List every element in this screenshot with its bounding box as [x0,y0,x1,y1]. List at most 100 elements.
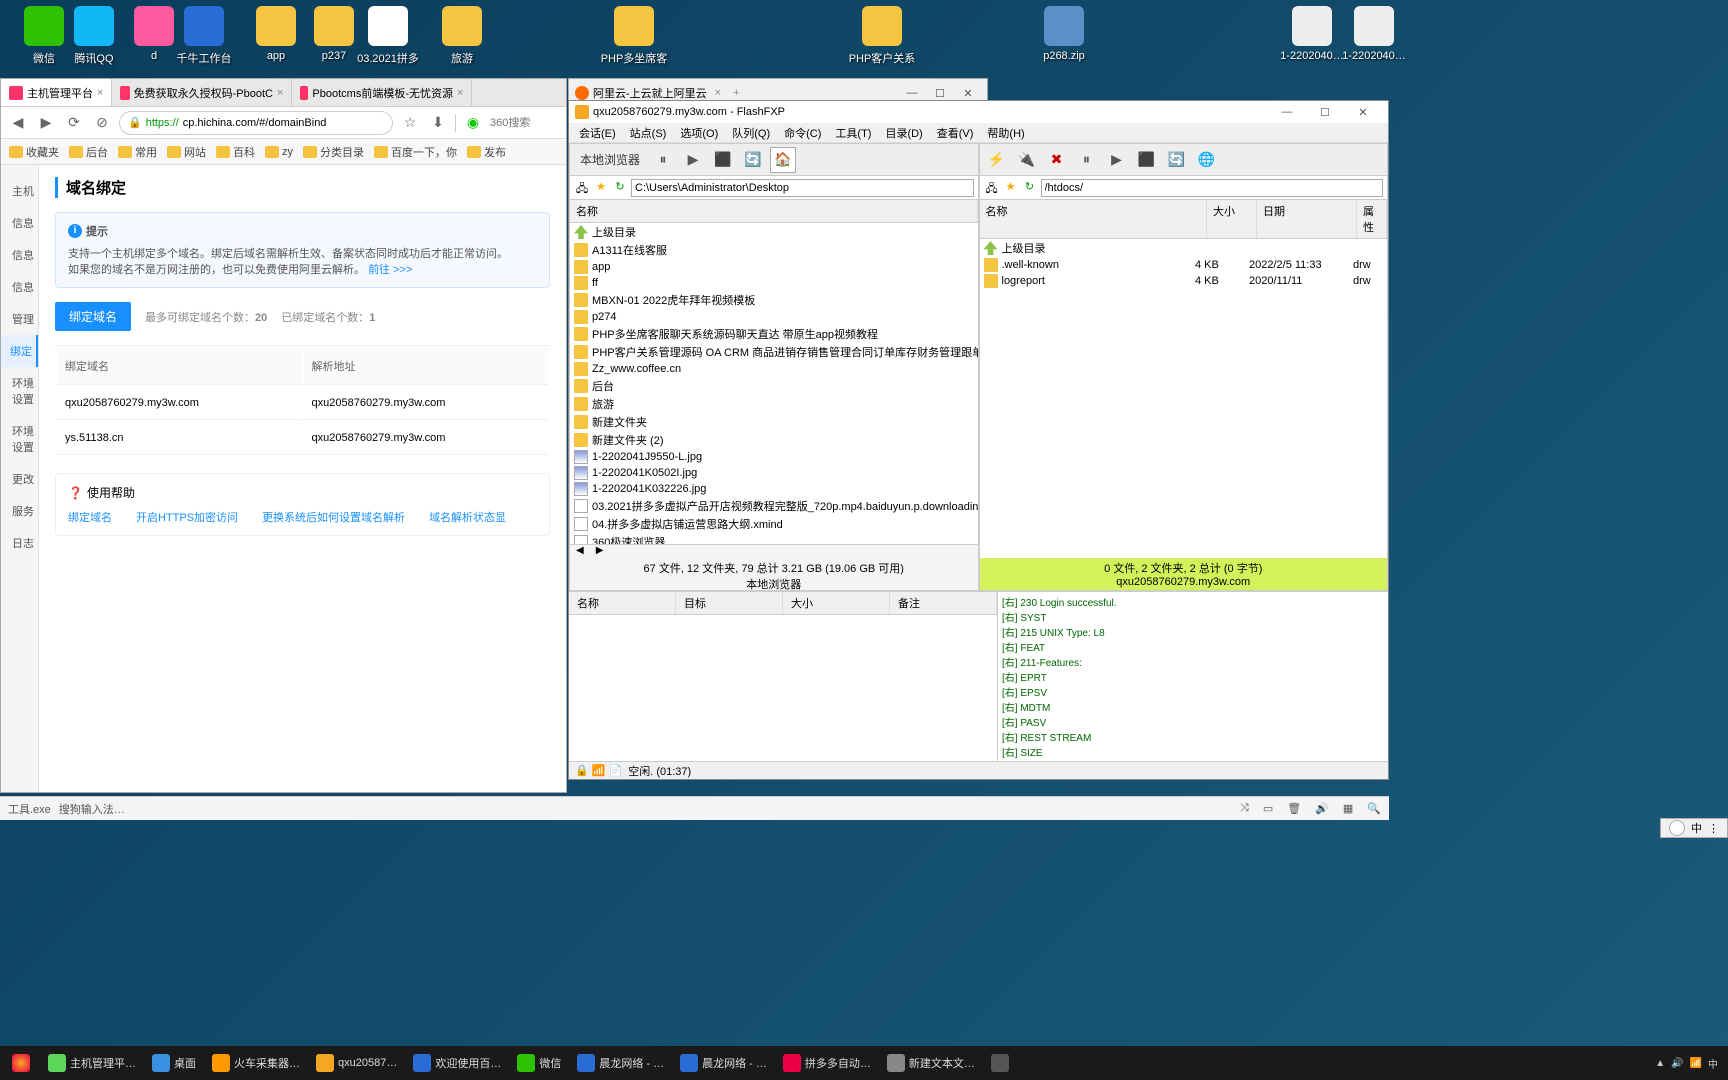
scroll-right-icon[interactable]: ▶ [590,545,610,558]
start-button[interactable] [4,1049,38,1077]
local-path-input[interactable] [631,179,974,197]
queue-header[interactable]: 大小 [783,592,890,614]
file-row[interactable]: PHP多坐席客服聊天系统源码聊天直达 带原生app视频教程 [570,325,978,343]
stop-icon[interactable]: ⬛ [710,147,736,173]
home-icon[interactable]: 🏠 [770,147,796,173]
close-button[interactable]: ✕ [1344,106,1382,119]
bookmark-item[interactable]: 百度一下，你 [374,144,457,160]
tab-close-icon[interactable]: × [457,87,463,99]
menu-item[interactable]: 会话(E) [573,123,622,142]
desktop-icon[interactable]: 1-2202040… [1278,6,1346,62]
globe-icon[interactable]: 🌐 [1194,147,1220,173]
shuffle-icon[interactable]: ⤨ [1240,802,1249,815]
file-row[interactable]: Zz_www.coffee.cn [570,361,978,377]
disconnect-icon[interactable]: 🔌 [1014,147,1040,173]
sidenav-item[interactable]: 信息 [1,271,38,303]
desktop-icon[interactable]: 千牛工作台 [170,6,238,66]
taskbar-item[interactable]: 主机管理平… [40,1049,144,1077]
shell-item-1[interactable]: 工具.exe [8,801,51,817]
hdr-name[interactable]: 名称 [980,200,1208,238]
file-row[interactable]: app [570,259,978,275]
menu-item[interactable]: 目录(D) [879,123,928,142]
bookmark-item[interactable]: 常用 [118,144,157,160]
minimize-button[interactable]: — [1268,106,1306,119]
sidenav-item[interactable]: 信息 [1,207,38,239]
desktop-icon[interactable]: 旅游 [428,6,496,66]
abort-icon[interactable]: ✖ [1044,147,1070,173]
bookmark-item[interactable]: 发布 [467,144,506,160]
forward-button[interactable]: ▶ [35,112,57,134]
browser-tab[interactable]: Pbootcms前端模板-无忧资源× [292,79,472,106]
stop-icon[interactable]: ⬛ [1134,147,1160,173]
taskbar-item[interactable]: 拼多多自动… [775,1049,879,1077]
play-icon[interactable]: ▶ [680,147,706,173]
hdr-attr[interactable]: 属性 [1357,200,1387,238]
help-link[interactable]: 开启HTTPS加密访问 [136,509,238,525]
pause-icon[interactable]: ⏸ [1074,147,1100,173]
connect-icon[interactable]: ⚡ [984,147,1010,173]
help-link[interactable]: 域名解析状态显 [429,509,506,525]
desktop-icon[interactable]: PHP多坐席客 [600,6,668,66]
table-row[interactable]: ys.51138.cnqxu2058760279.my3w.com [57,422,548,455]
bookmark-icon[interactable]: ★ [1003,180,1019,196]
taskbar-item[interactable]: qxu20587… [308,1049,405,1077]
file-row[interactable]: .well-known4 KB2022/2/5 11:33drw [980,257,1388,273]
sidenav-item[interactable]: 环境设置 [1,415,38,463]
tab-close-icon[interactable]: × [277,87,283,99]
stop-button[interactable]: ⊘ [91,112,113,134]
close-button[interactable]: ✕ [955,87,981,100]
sidenav-item[interactable]: 主机 [1,175,38,207]
ime-bar[interactable]: 中 ⋮ [1660,818,1728,838]
search-icon[interactable]: 🔍 [1367,802,1381,815]
up-dir-row[interactable]: 上级目录 [570,223,978,241]
taskbar-item[interactable]: 欢迎使用百… [405,1049,509,1077]
pause-icon[interactable]: ⏸ [650,147,676,173]
bookmark-item[interactable]: 收藏夹 [9,144,59,160]
menu-item[interactable]: 选项(O) [674,123,724,142]
tab-close-icon[interactable]: × [97,87,103,99]
card-icon[interactable]: ▭ [1263,802,1273,815]
file-row[interactable]: logreport4 KB2020/11/11drw [980,273,1388,289]
bookmark-item[interactable]: 网站 [167,144,206,160]
desktop-icon[interactable]: p268.zip [1030,6,1098,62]
file-row[interactable]: 1-2202041K0502I.jpg [570,465,978,481]
url-field[interactable]: 🔒 https:// cp.hichina.com/#/domainBind [119,111,393,135]
back-button[interactable]: ◀ [7,112,29,134]
tree-icon[interactable]: 🖧 [574,180,590,196]
remote-file-list[interactable]: 名称 大小 日期 属性 上级目录 .well-known4 KB2022/2/5… [980,200,1388,558]
file-row[interactable]: 后台 [570,377,978,395]
sidenav-item[interactable]: 日志 [1,527,38,559]
refresh-icon[interactable]: 🔄 [1164,147,1190,173]
hdr-name[interactable]: 名称 [570,200,978,222]
hdr-size[interactable]: 大小 [1207,200,1257,238]
table-row[interactable]: qxu2058760279.my3w.comqxu2058760279.my3w… [57,387,548,420]
bookmark-item[interactable]: 后台 [69,144,108,160]
reload-button[interactable]: ⟳ [63,112,85,134]
menu-item[interactable]: 命令(C) [778,123,827,142]
favorite-button[interactable]: ☆ [399,112,421,134]
settings-icon[interactable]: ▦ [1343,802,1353,815]
sidenav-item[interactable]: 服务 [1,495,38,527]
taskbar-item[interactable] [983,1049,1021,1077]
desktop-icon[interactable]: PHP客户关系 [848,6,916,66]
tray-ime[interactable]: 中 [1708,1056,1718,1071]
refresh-mini-icon[interactable]: ↻ [612,180,628,196]
local-file-list[interactable]: 名称 上级目录 A1311在线客服appffMBXN-01 2022虎年拜年视频… [570,200,978,544]
file-row[interactable]: 新建文件夹 [570,413,978,431]
bookmark-item[interactable]: 百科 [216,144,255,160]
file-row[interactable]: 新建文件夹 (2) [570,431,978,449]
ime-menu-icon[interactable]: ⋮ [1708,822,1719,835]
bookmark-item[interactable]: 分类目录 [303,144,364,160]
file-row[interactable]: PHP客户关系管理源码 OA CRM 商品进销存销售管理合同订单库存财务管理跟单… [570,343,978,361]
up-dir-row[interactable]: 上级目录 [980,239,1388,257]
file-row[interactable]: MBXN-01 2022虎年拜年视频模板 [570,291,978,309]
download-button[interactable]: ⬇ [427,112,449,134]
file-row[interactable]: A1311在线客服 [570,241,978,259]
trash-icon[interactable]: 🗑 [1287,802,1301,815]
taskbar-item[interactable]: 桌面 [144,1049,204,1077]
sidenav-item[interactable]: 信息 [1,239,38,271]
menu-item[interactable]: 工具(T) [829,123,877,142]
taskbar-item[interactable]: 新建文本文… [879,1049,983,1077]
menu-item[interactable]: 查看(V) [931,123,980,142]
queue-header[interactable]: 名称 [569,592,676,614]
